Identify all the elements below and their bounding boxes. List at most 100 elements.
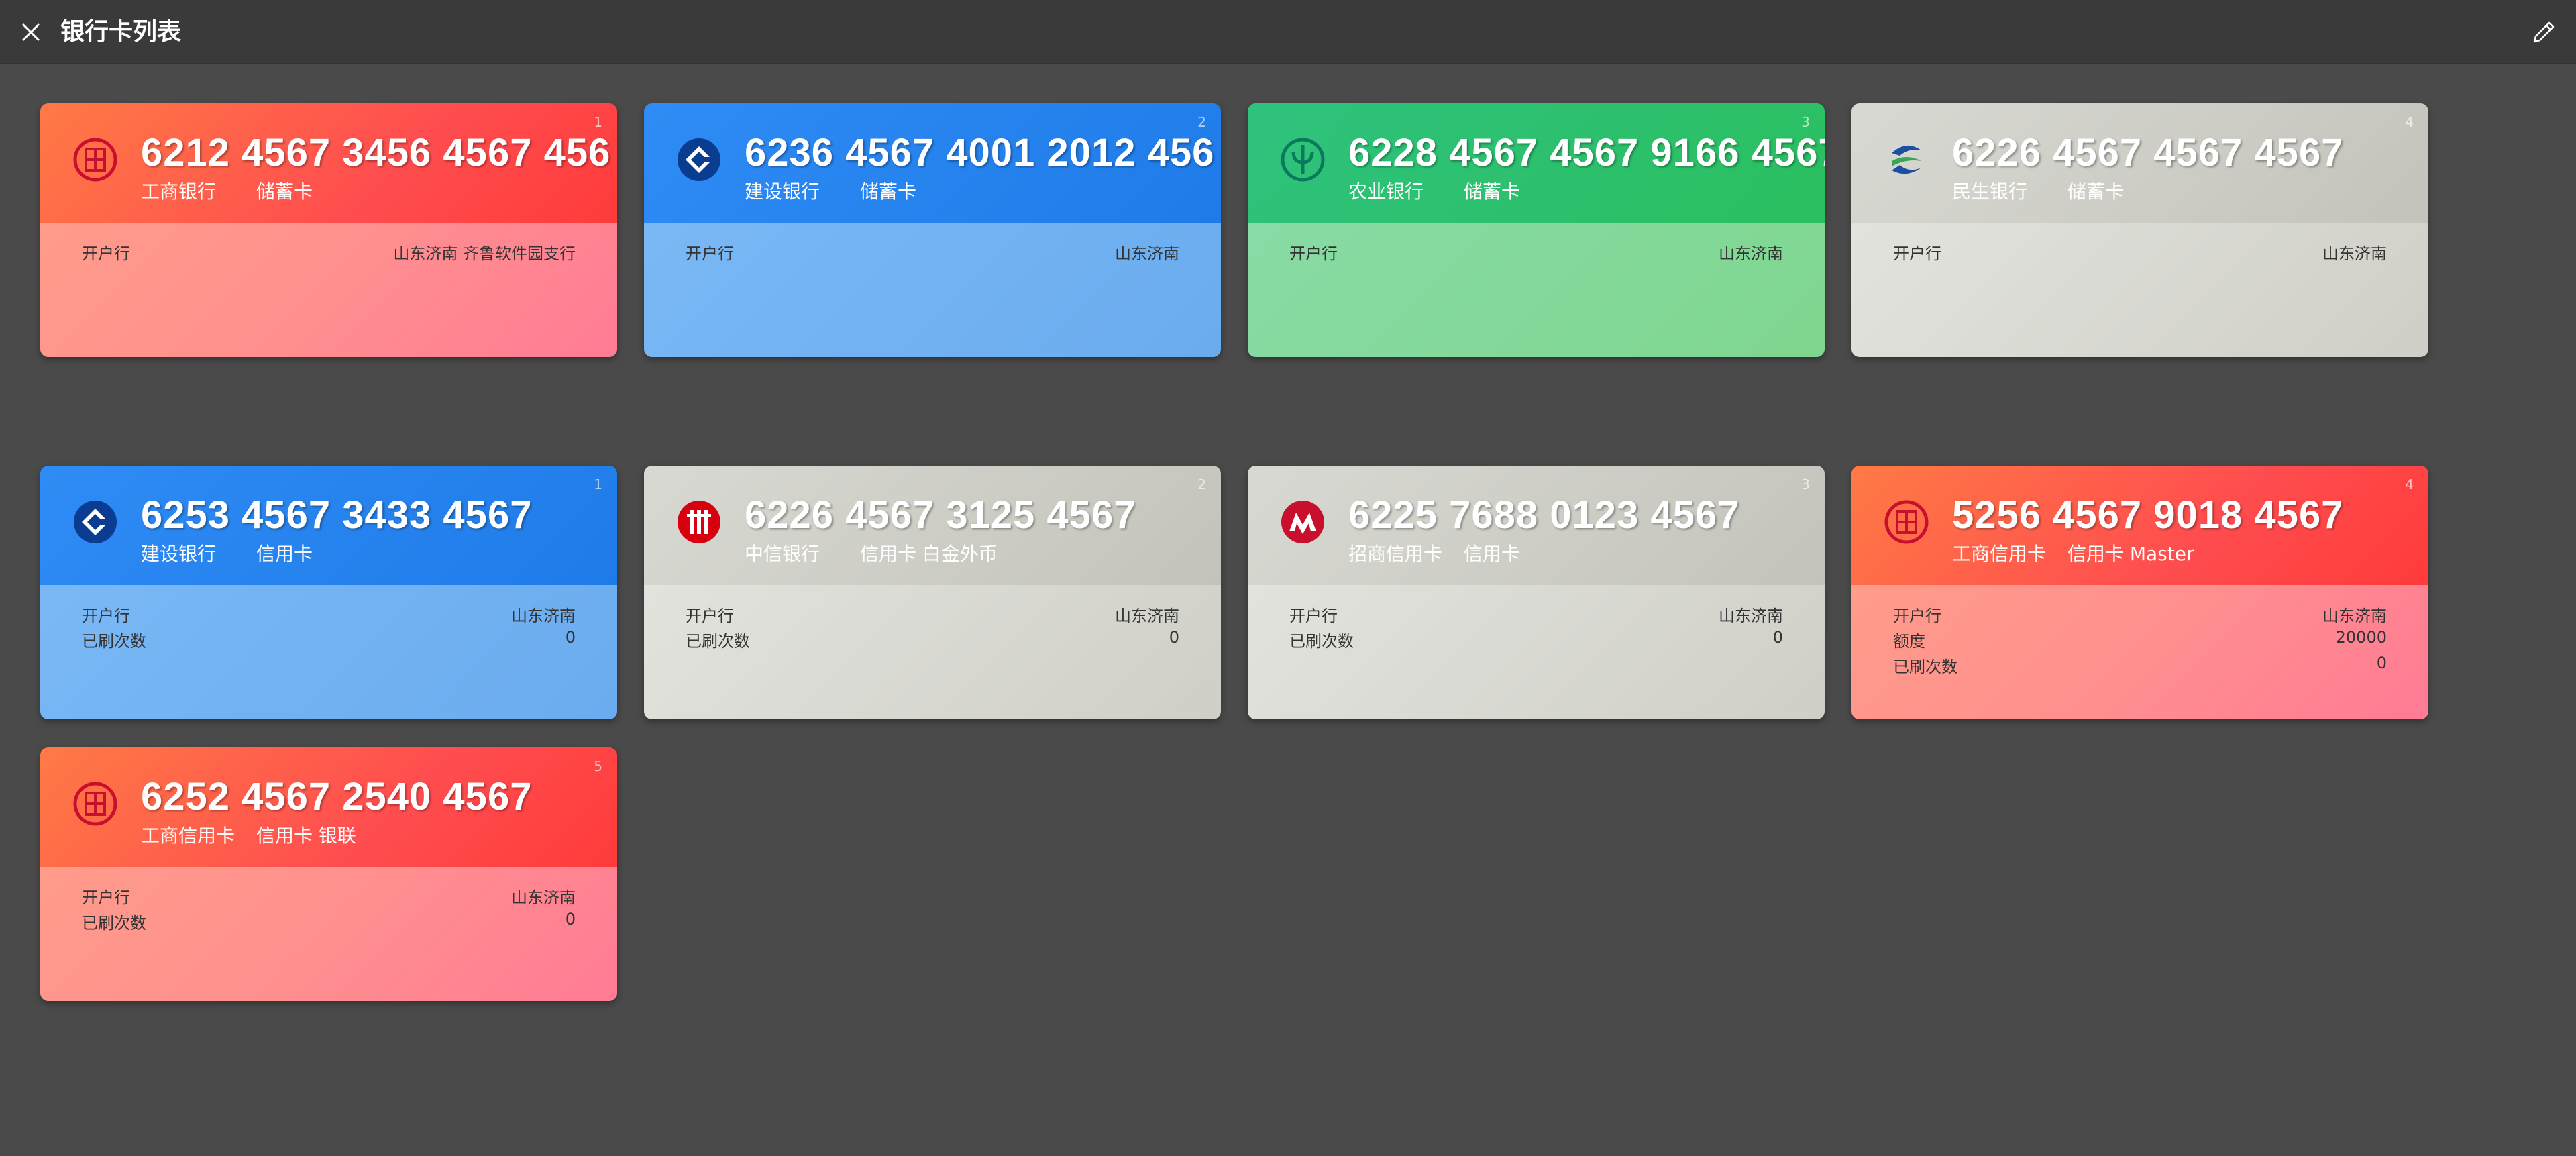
branch-value: 山东济南 bbox=[2322, 244, 2387, 263]
ccb-logo-icon bbox=[71, 498, 119, 546]
card-details: 开户行 山东济南 已刷次数 0 bbox=[40, 585, 617, 719]
pencil-icon bbox=[2533, 21, 2555, 43]
card-bank-name: 建设银行 bbox=[745, 180, 820, 203]
branch-row: 开户行 山东济南 bbox=[1893, 602, 2387, 627]
swipe-count-value: 0 bbox=[565, 628, 576, 647]
branch-value: 山东济南 bbox=[1719, 244, 1783, 263]
card-type: 信用卡 bbox=[256, 543, 313, 565]
close-button[interactable] bbox=[16, 17, 46, 47]
card-bank-name: 农业银行 bbox=[1348, 180, 1424, 203]
card-header: 6226 4567 3125 4567 中信银行 信用卡 白金外币 2 bbox=[644, 466, 1221, 585]
branch-value: 山东济南 齐鲁软件园支行 bbox=[393, 244, 576, 263]
swipe-count-value: 0 bbox=[1169, 628, 1179, 647]
card-type: 储蓄卡 bbox=[2068, 180, 2125, 203]
card-number: 6253 4567 3433 4567 bbox=[141, 493, 533, 537]
bank-card[interactable]: 6212 4567 3456 4567 456 工商银行 储蓄卡 1 开户行 山… bbox=[40, 103, 617, 357]
bank-card[interactable]: 5256 4567 9018 4567 工商信用卡 信用卡 Master 4 开… bbox=[1851, 466, 2428, 719]
branch-value: 山东济南 bbox=[2322, 607, 2387, 625]
branch-label: 开户行 bbox=[82, 888, 130, 907]
swipe-count-row: 已刷次数 0 bbox=[1893, 653, 2387, 678]
icbc-logo-icon bbox=[1882, 498, 1931, 546]
card-number: 6225 7688 0123 4567 bbox=[1348, 493, 1740, 537]
bank-card[interactable]: 6226 4567 4567 4567 民生银行 储蓄卡 4 开户行 山东济南 bbox=[1851, 103, 2428, 357]
branch-row: 开户行 山东济南 bbox=[82, 602, 576, 627]
branch-label: 开户行 bbox=[82, 244, 130, 263]
abc-logo-icon bbox=[1279, 136, 1327, 184]
close-icon bbox=[21, 23, 40, 42]
card-type: 信用卡 白金外币 bbox=[860, 543, 998, 565]
branch-label: 开户行 bbox=[686, 607, 734, 625]
ccb-logo-icon bbox=[675, 136, 723, 184]
swipe-count-row: 已刷次数 0 bbox=[82, 910, 576, 934]
card-details: 开户行 山东济南 已刷次数 0 bbox=[1248, 585, 1825, 719]
card-header: 6253 4567 3433 4567 建设银行 信用卡 1 bbox=[40, 466, 617, 585]
card-header: 6226 4567 4567 4567 民生银行 储蓄卡 4 bbox=[1851, 103, 2428, 223]
card-bank-name: 工商银行 bbox=[141, 180, 217, 203]
card-type: 信用卡 bbox=[1464, 543, 1521, 565]
branch-value: 山东济南 bbox=[511, 888, 576, 907]
card-details: 开户行 山东济南 bbox=[1851, 223, 2428, 357]
card-details: 开户行 山东济南 已刷次数 0 bbox=[644, 585, 1221, 719]
card-details: 开户行 山东济南 额度 20000 已刷次数 0 bbox=[1851, 585, 2428, 719]
card-number: 6252 4567 2540 4567 bbox=[141, 775, 533, 819]
branch-value: 山东济南 bbox=[1115, 607, 1179, 625]
bank-card[interactable]: 6225 7688 0123 4567 招商信用卡 信用卡 3 开户行 山东济南… bbox=[1248, 466, 1825, 719]
card-type: 储蓄卡 bbox=[1464, 180, 1521, 203]
branch-label: 开户行 bbox=[1289, 607, 1338, 625]
card-bank-name: 工商信用卡 bbox=[141, 825, 235, 847]
card-index: 1 bbox=[594, 114, 602, 130]
limit-label: 额度 bbox=[1893, 632, 1925, 651]
citic-logo-icon bbox=[675, 498, 723, 546]
branch-row: 开户行 山东济南 齐鲁软件园支行 bbox=[82, 240, 576, 264]
card-bank-name: 民生银行 bbox=[1952, 180, 2028, 203]
branch-row: 开户行 山东济南 bbox=[1893, 240, 2387, 264]
card-type: 信用卡 Master bbox=[2068, 543, 2194, 565]
branch-label: 开户行 bbox=[1893, 244, 1941, 263]
card-index: 3 bbox=[1801, 476, 1810, 492]
branch-label: 开户行 bbox=[1289, 244, 1338, 263]
card-type: 储蓄卡 bbox=[860, 180, 917, 203]
limit-value: 20000 bbox=[2335, 628, 2387, 647]
branch-value: 山东济南 bbox=[1115, 244, 1179, 263]
branch-label: 开户行 bbox=[1893, 607, 1941, 625]
branch-row: 开户行 山东济南 bbox=[686, 240, 1179, 264]
swipe-count-row: 已刷次数 0 bbox=[686, 628, 1179, 652]
branch-label: 开户行 bbox=[686, 244, 734, 263]
branch-row: 开户行 山东济南 bbox=[1289, 602, 1783, 627]
branch-value: 山东济南 bbox=[1719, 607, 1783, 625]
card-header: 6212 4567 3456 4567 456 工商银行 储蓄卡 1 bbox=[40, 103, 617, 223]
card-number: 6212 4567 3456 4567 456 bbox=[141, 131, 611, 174]
card-index: 2 bbox=[1197, 476, 1206, 492]
card-number: 6226 4567 3125 4567 bbox=[745, 493, 1136, 537]
swipe-count-label: 已刷次数 bbox=[82, 632, 146, 651]
card-header: 6236 4567 4001 2012 456 建设银行 储蓄卡 2 bbox=[644, 103, 1221, 223]
card-details: 开户行 山东济南 齐鲁软件园支行 bbox=[40, 223, 617, 357]
cmb-logo-icon bbox=[1279, 498, 1327, 546]
card-index: 3 bbox=[1801, 114, 1810, 130]
bank-card[interactable]: 6252 4567 2540 4567 工商信用卡 信用卡 银联 5 开户行 山… bbox=[40, 747, 617, 1001]
icbc-logo-icon bbox=[71, 136, 119, 184]
limit-row: 额度 20000 bbox=[1893, 628, 2387, 652]
card-header: 6225 7688 0123 4567 招商信用卡 信用卡 3 bbox=[1248, 466, 1825, 585]
bank-card[interactable]: 6236 4567 4001 2012 456 建设银行 储蓄卡 2 开户行 山… bbox=[644, 103, 1221, 357]
card-bank-name: 招商信用卡 bbox=[1348, 543, 1443, 565]
card-number: 6236 4567 4001 2012 456 bbox=[745, 131, 1215, 174]
card-index: 2 bbox=[1197, 114, 1206, 130]
card-index: 4 bbox=[2405, 114, 2414, 130]
card-bank-name: 工商信用卡 bbox=[1952, 543, 2047, 565]
card-number: 5256 4567 9018 4567 bbox=[1952, 493, 2344, 537]
card-index: 4 bbox=[2405, 476, 2414, 492]
card-index: 1 bbox=[594, 476, 602, 492]
bank-card[interactable]: 6226 4567 3125 4567 中信银行 信用卡 白金外币 2 开户行 … bbox=[644, 466, 1221, 719]
cmbc-logo-icon bbox=[1882, 136, 1931, 184]
card-details: 开户行 山东济南 bbox=[644, 223, 1221, 357]
branch-row: 开户行 山东济南 bbox=[1289, 240, 1783, 264]
edit-button[interactable] bbox=[2529, 17, 2559, 47]
page-title: 银行卡列表 bbox=[60, 18, 182, 46]
card-index: 5 bbox=[594, 758, 602, 774]
bank-card[interactable]: 6228 4567 4567 9166 4567 农业银行 储蓄卡 3 开户行 … bbox=[1248, 103, 1825, 357]
bank-card[interactable]: 6253 4567 3433 4567 建设银行 信用卡 1 开户行 山东济南 … bbox=[40, 466, 617, 719]
card-header: 5256 4567 9018 4567 工商信用卡 信用卡 Master 4 bbox=[1851, 466, 2428, 585]
swipe-count-label: 已刷次数 bbox=[82, 914, 146, 933]
branch-row: 开户行 山东济南 bbox=[686, 602, 1179, 627]
